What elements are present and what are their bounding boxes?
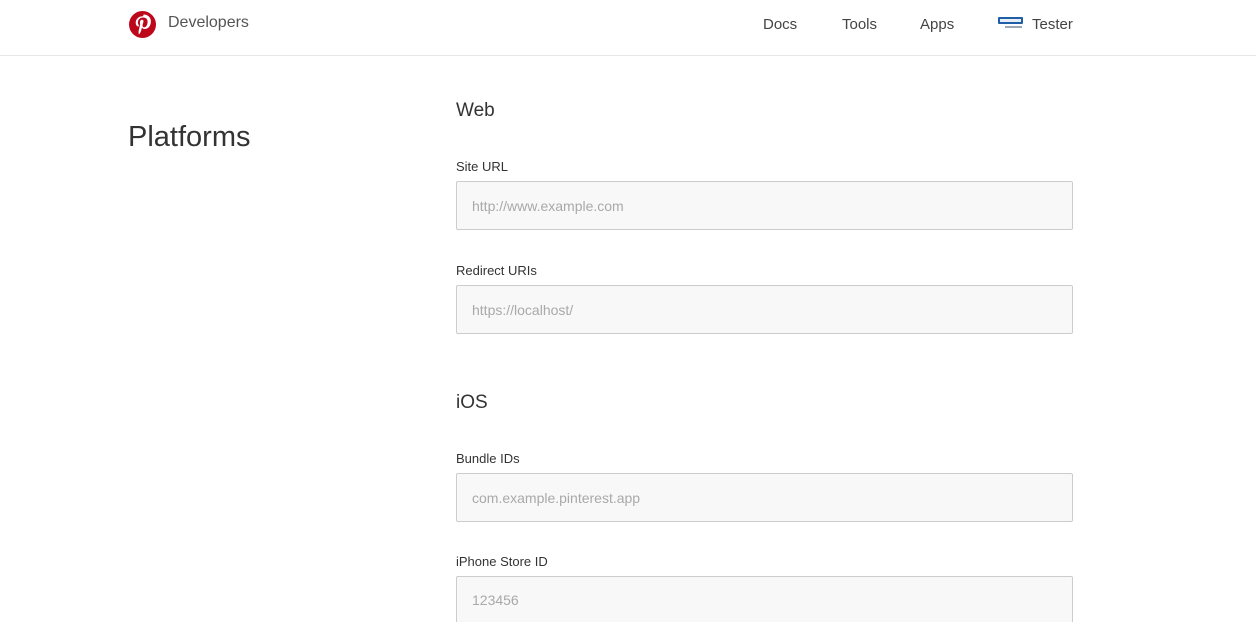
user-menu[interactable]: Tester (997, 16, 1073, 33)
top-header: Developers Docs Tools Apps Tester (0, 0, 1256, 56)
bundle-ids-input[interactable] (456, 473, 1073, 522)
site-url-input[interactable] (456, 181, 1073, 230)
redirect-uris-label: Redirect URIs (456, 263, 537, 278)
page-title: Platforms (128, 121, 251, 153)
ios-section-heading: iOS (456, 392, 488, 413)
iphone-store-id-label: iPhone Store ID (456, 554, 548, 569)
nav-docs-link[interactable]: Docs (763, 16, 797, 36)
developers-home-link[interactable]: Developers (129, 11, 249, 38)
login-avatar-icon (997, 16, 1024, 28)
site-url-label: Site URL (456, 159, 509, 174)
nav-apps-link[interactable]: Apps (920, 16, 954, 36)
web-section-heading: Web (456, 100, 495, 121)
bundle-ids-label: Bundle IDs (456, 451, 520, 466)
user-name: Tester (1032, 16, 1073, 33)
pinterest-logo-icon (129, 11, 156, 38)
nav-tools-link[interactable]: Tools (842, 16, 877, 36)
iphone-store-id-input[interactable] (456, 576, 1073, 622)
redirect-uris-input[interactable] (456, 285, 1073, 334)
brand-label: Developers (168, 13, 249, 31)
